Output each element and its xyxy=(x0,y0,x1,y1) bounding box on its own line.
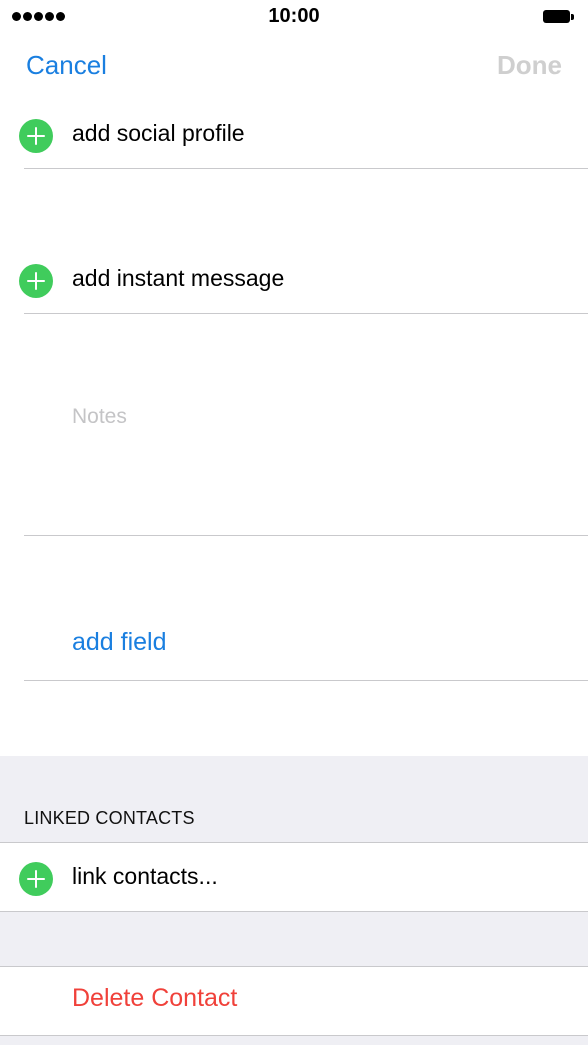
linked-contacts-header: LINKED CONTACTS xyxy=(24,808,195,828)
notes-field[interactable]: Notes xyxy=(72,405,127,429)
section-background xyxy=(0,912,588,966)
status-time: 10:00 xyxy=(268,5,320,27)
section-background xyxy=(0,756,588,842)
add-social-profile-plus-icon[interactable] xyxy=(19,119,53,153)
section-background xyxy=(0,1036,588,1045)
battery-tip xyxy=(571,14,574,20)
add-social-profile-button[interactable]: add social profile xyxy=(72,120,245,147)
separator xyxy=(24,680,588,681)
done-button[interactable]: Done xyxy=(497,50,562,81)
battery-icon xyxy=(543,10,570,23)
add-field-button[interactable]: add field xyxy=(72,628,167,657)
add-instant-message-plus-icon[interactable] xyxy=(19,264,53,298)
separator xyxy=(24,168,588,169)
separator xyxy=(24,535,588,536)
delete-contact-button[interactable]: Delete Contact xyxy=(72,984,237,1013)
separator xyxy=(24,313,588,314)
cancel-button[interactable]: Cancel xyxy=(26,50,107,81)
add-instant-message-button[interactable]: add instant message xyxy=(72,265,284,292)
link-contacts-button[interactable]: link contacts... xyxy=(72,863,218,890)
separator xyxy=(0,966,588,967)
link-contacts-plus-icon[interactable] xyxy=(19,862,53,896)
status-bar: 10:00 xyxy=(0,0,588,34)
separator xyxy=(0,842,588,843)
